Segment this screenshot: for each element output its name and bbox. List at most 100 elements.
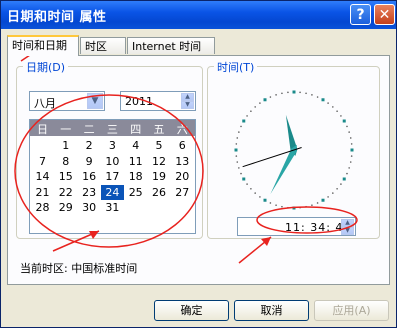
year-spinner[interactable]: 2011 ▲ ▼ xyxy=(120,91,196,111)
clock-minute-tick xyxy=(332,192,334,194)
calendar-day[interactable]: 4 xyxy=(124,138,147,153)
calendar-day[interactable]: 16 xyxy=(78,169,101,184)
clock-minute-tick xyxy=(259,196,261,198)
title-bar[interactable]: 日期和时间 属性 ? ✕ xyxy=(1,1,396,29)
calendar-day[interactable]: 3 xyxy=(101,138,124,153)
calendar-day[interactable]: 2 xyxy=(78,138,101,153)
calendar-day[interactable]: 6 xyxy=(171,138,194,153)
calendar-day[interactable]: 27 xyxy=(171,185,194,200)
calendar-day[interactable]: 5 xyxy=(148,138,171,153)
calendar-day[interactable]: 30 xyxy=(78,200,101,215)
apply-button[interactable]: 应用(A) xyxy=(314,300,389,321)
clock-hour-tick xyxy=(242,119,246,123)
weekday-label: 五 xyxy=(153,123,165,136)
time-spinner[interactable]: 11: 34: 42 ▲ ▼ xyxy=(237,217,356,236)
calendar-day[interactable]: 1 xyxy=(54,138,77,153)
clock-minute-tick xyxy=(340,183,342,185)
clock-hour-tick xyxy=(292,90,296,94)
spin-up-icon[interactable]: ▲ xyxy=(341,219,354,227)
clock-hour-tick xyxy=(342,119,346,123)
date-group: 日期(D) 八月 ▼ 2011 ▲ ▼ 日一二三四五六 1 2 3 4 5 6 7 8 9 10 1… xyxy=(16,59,203,239)
clock-minute-tick xyxy=(305,205,307,208)
calendar-day[interactable]: 21 xyxy=(31,185,54,200)
tab-internet-time[interactable]: Internet 时间 xyxy=(127,37,215,54)
clock-minute-tick xyxy=(269,96,272,98)
month-select[interactable]: 八月 ▼ xyxy=(29,91,105,111)
calendar-day[interactable]: 7 xyxy=(31,154,54,169)
tab-timezone[interactable]: 时区 xyxy=(80,37,126,54)
clock-minute-tick xyxy=(236,137,239,139)
clock-minute-tick xyxy=(275,204,277,206)
calendar-day[interactable]: 9 xyxy=(78,154,101,169)
calendar-day[interactable]: 19 xyxy=(148,169,171,184)
spin-down-icon[interactable]: ▼ xyxy=(181,101,194,109)
calendar-day[interactable]: 18 xyxy=(124,169,147,184)
calendar-day[interactable]: 12 xyxy=(148,154,171,169)
clock-minute-tick xyxy=(281,92,283,95)
calendar-day[interactable]: 23 xyxy=(78,185,101,200)
calendar-day[interactable]: 25 xyxy=(124,185,147,200)
clock-minute-tick xyxy=(340,115,342,117)
clock-minute-tick xyxy=(240,125,242,128)
calendar-day-selected[interactable]: 24 xyxy=(100,184,124,200)
year-spin-buttons: ▲ ▼ xyxy=(181,93,194,109)
spin-down-icon[interactable]: ▼ xyxy=(341,227,354,235)
clock-hour-tick xyxy=(321,198,325,202)
clock-minute-tick xyxy=(235,155,238,157)
cancel-button[interactable]: 取消 xyxy=(234,300,309,321)
clock-minute-tick xyxy=(287,91,289,94)
calendar-day[interactable]: 17 xyxy=(101,169,124,184)
calendar-day[interactable]: 15 xyxy=(54,169,77,184)
weekday-label: 二 xyxy=(83,123,95,136)
clock-minute-tick xyxy=(287,206,289,209)
month-value: 八月 xyxy=(34,97,56,110)
clock-minute-tick xyxy=(259,102,261,104)
date-time-properties-dialog: 日期和时间 属性 ? ✕ 时间和日期 时区 Internet 时间 日期(D) … xyxy=(0,0,397,328)
help-button[interactable]: ? xyxy=(350,4,371,25)
calendar-day[interactable]: 8 xyxy=(54,154,77,169)
clock-minute-tick xyxy=(349,137,352,139)
spin-up-icon[interactable]: ▲ xyxy=(181,93,194,101)
weekday-label: 六 xyxy=(176,123,188,136)
weekday-header: 日一二三四五六 xyxy=(30,120,195,136)
clock-minute-tick xyxy=(311,94,313,96)
calendar-day[interactable]: 29 xyxy=(54,200,77,215)
clock-minute-tick xyxy=(250,188,252,190)
clock-hour-tick xyxy=(263,98,267,102)
clock-minute-tick xyxy=(316,96,319,98)
close-button[interactable]: ✕ xyxy=(374,4,395,25)
clock-minute-tick xyxy=(348,131,350,133)
clock-minute-tick xyxy=(350,143,353,145)
clock-minute-tick xyxy=(346,125,348,128)
calendar-day[interactable]: 11 xyxy=(124,154,147,169)
ok-button[interactable]: 确定 xyxy=(154,300,229,321)
clock-minute-tick xyxy=(299,206,301,209)
clock-hour-tick xyxy=(242,177,246,181)
calendar-day[interactable]: 31 xyxy=(101,200,124,215)
calendar-day[interactable]: 26 xyxy=(148,185,171,200)
calendar-day[interactable]: 20 xyxy=(171,169,194,184)
clock-minute-hand xyxy=(270,144,297,195)
clock-hour-tick xyxy=(342,177,346,181)
clock-minute-tick xyxy=(254,192,256,194)
clock-minute-tick xyxy=(316,202,319,204)
window-title: 日期和时间 属性 xyxy=(7,10,107,25)
calendar-day[interactable]: 28 xyxy=(31,200,54,215)
clock-minute-tick xyxy=(238,131,240,133)
calendar-day[interactable]: 13 xyxy=(171,154,194,169)
calendar-day[interactable]: 14 xyxy=(31,169,54,184)
calendar-day[interactable]: 10 xyxy=(101,154,124,169)
clock-minute-tick xyxy=(246,115,248,117)
clock-minute-tick xyxy=(350,155,353,157)
calendar-grid[interactable]: 日一二三四五六 1 2 3 4 5 6 7 8 9 10 11 12 13 14 15 16 17 18 19 20 2… xyxy=(29,119,196,234)
calendar-day[interactable]: 22 xyxy=(54,185,77,200)
time-spin-buttons: ▲ ▼ xyxy=(341,219,354,235)
chevron-down-icon[interactable]: ▼ xyxy=(87,93,103,109)
clock-minute-tick xyxy=(269,202,272,204)
tab-time-and-date[interactable]: 时间和日期 xyxy=(7,35,79,56)
clock-minute-tick xyxy=(236,161,239,163)
clock-hour-tick xyxy=(292,206,296,210)
clock-minute-tick xyxy=(332,106,334,108)
year-value: 2011 xyxy=(125,95,153,108)
clock-minute-tick xyxy=(311,204,313,206)
